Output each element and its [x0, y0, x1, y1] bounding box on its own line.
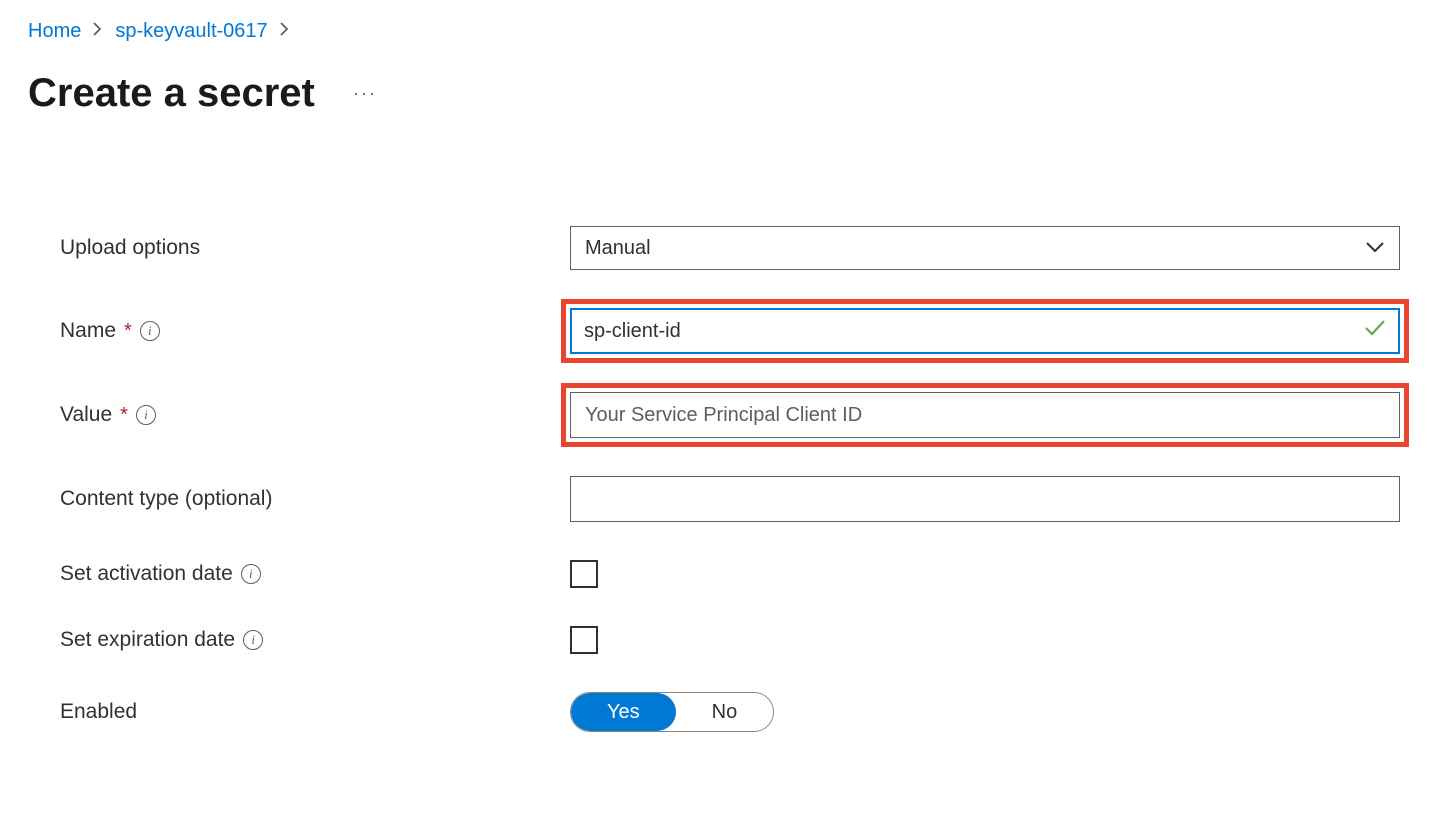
- upload-options-value: Manual: [585, 237, 651, 260]
- row-activation-date: Set activation date i: [60, 560, 1410, 588]
- highlight-value: [561, 383, 1409, 447]
- chevron-down-icon: [1365, 237, 1385, 260]
- label-activation-date-text: Set activation date: [60, 562, 233, 586]
- label-content-type: Content type (optional): [60, 487, 570, 511]
- label-activation-date: Set activation date i: [60, 562, 570, 586]
- required-star-icon: *: [124, 320, 132, 343]
- expiration-date-checkbox[interactable]: [570, 626, 598, 654]
- label-upload-options: Upload options: [60, 236, 570, 260]
- label-name-text: Name: [60, 319, 116, 343]
- info-icon[interactable]: i: [140, 321, 160, 341]
- info-icon[interactable]: i: [241, 564, 261, 584]
- activation-date-checkbox[interactable]: [570, 560, 598, 588]
- upload-options-select[interactable]: Manual: [570, 226, 1400, 270]
- label-name: Name * i: [60, 319, 570, 343]
- content-type-input[interactable]: [570, 476, 1400, 522]
- label-value-text: Value: [60, 403, 112, 427]
- more-icon[interactable]: ···: [345, 79, 385, 108]
- row-upload-options: Upload options Manual: [60, 226, 1410, 270]
- title-row: Create a secret ···: [28, 71, 1410, 116]
- enabled-yes-button[interactable]: Yes: [571, 693, 676, 731]
- row-enabled: Enabled Yes No: [60, 692, 1410, 732]
- checkmark-icon: [1364, 319, 1386, 343]
- name-input[interactable]: [570, 308, 1400, 354]
- highlight-name: [561, 299, 1409, 363]
- row-name: Name * i: [60, 308, 1410, 354]
- chevron-right-icon: [280, 22, 290, 41]
- breadcrumb: Home sp-keyvault-0617: [28, 20, 1410, 43]
- info-icon[interactable]: i: [243, 630, 263, 650]
- label-expiration-date-text: Set expiration date: [60, 628, 235, 652]
- breadcrumb-home[interactable]: Home: [28, 20, 81, 43]
- page-title: Create a secret: [28, 71, 315, 116]
- breadcrumb-resource[interactable]: sp-keyvault-0617: [115, 20, 267, 43]
- row-content-type: Content type (optional): [60, 476, 1410, 522]
- label-enabled: Enabled: [60, 700, 570, 724]
- chevron-right-icon: [93, 22, 103, 41]
- row-expiration-date: Set expiration date i: [60, 626, 1410, 654]
- required-star-icon: *: [120, 404, 128, 427]
- label-expiration-date: Set expiration date i: [60, 628, 570, 652]
- enabled-no-button[interactable]: No: [676, 693, 774, 731]
- label-value: Value * i: [60, 403, 570, 427]
- value-input[interactable]: [570, 392, 1400, 438]
- enabled-toggle: Yes No: [570, 692, 774, 732]
- info-icon[interactable]: i: [136, 405, 156, 425]
- row-value: Value * i: [60, 392, 1410, 438]
- form: Upload options Manual Name * i: [28, 226, 1410, 732]
